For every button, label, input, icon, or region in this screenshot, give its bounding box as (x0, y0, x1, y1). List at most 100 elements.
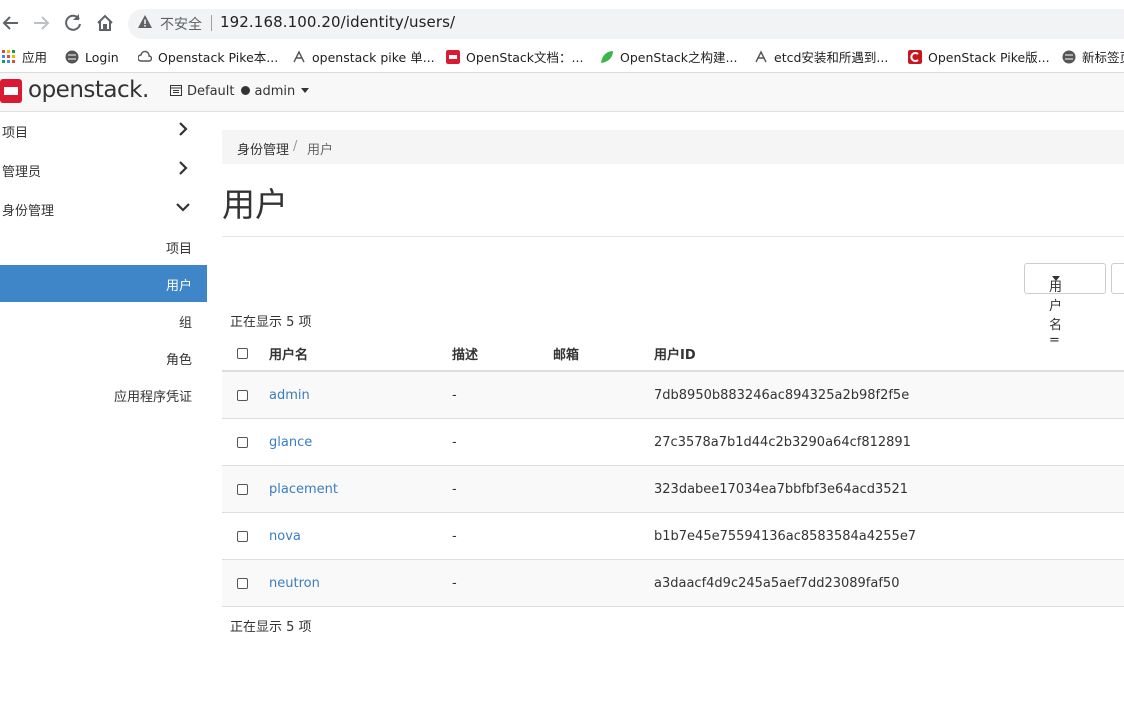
user-description: - (452, 371, 553, 419)
bookmark-new-tab[interactable]: 新标签页 (1062, 48, 1124, 68)
row-checkbox[interactable] (237, 436, 248, 448)
sidebar-item-label: 身份管理 (2, 204, 55, 219)
browser-toolbar: 不安全 192.168.100.20/identity/users/ (0, 0, 1124, 46)
bookmark-etcd[interactable]: etcd安装和所遇到... (754, 48, 888, 68)
bookmark-label: 新标签页 (1082, 50, 1124, 65)
insecure-label[interactable]: 不安全 (160, 14, 202, 34)
user-email (553, 512, 654, 560)
globe-icon (1062, 50, 1076, 64)
column-header-description[interactable]: 描述 (452, 336, 553, 372)
row-select-cell (222, 512, 269, 560)
user-description: - (452, 418, 553, 466)
row-checkbox[interactable] (237, 389, 248, 401)
user-email (553, 418, 654, 466)
user-email (553, 465, 654, 513)
breadcrumb-separator: / (293, 139, 298, 154)
openstack-header: openstack. Default admin (0, 73, 1124, 112)
home-icon[interactable] (94, 12, 116, 34)
row-checkbox[interactable] (237, 530, 248, 542)
column-header-username[interactable]: 用户名 (269, 336, 452, 372)
sidebar-item-label: 项目 (2, 126, 29, 141)
sidebar-subitem-app-credentials[interactable]: 应用程序凭证 (0, 376, 207, 413)
sidebar-item-admin[interactable]: 管理员 (0, 151, 207, 189)
user-description: - (452, 559, 553, 607)
column-header-user-id[interactable]: 用户ID (654, 336, 1124, 372)
url-text[interactable]: 192.168.100.20/identity/users/ (220, 13, 455, 31)
select-all-checkbox[interactable] (237, 347, 248, 359)
caret-down-icon (1052, 276, 1060, 281)
forward-icon[interactable] (30, 12, 52, 34)
sidebar-item-project[interactable]: 项目 (0, 112, 207, 150)
bookmark-openstack-docs[interactable]: OpenStack文档：... (446, 48, 583, 68)
bookmark-openstack-pike[interactable]: Openstack Pike本... (138, 48, 278, 68)
bookmark-label: etcd安装和所遇到... (774, 50, 889, 65)
domain-icon (170, 85, 182, 96)
bookmarks-bar: 应用 Login Openstack Pike本... openstack pi… (0, 46, 1124, 73)
sidebar-subitem-label: 组 (178, 316, 192, 331)
users-table: 用户名 描述 邮箱 用户ID admin - 7db8950b883246ac8… (222, 336, 1124, 607)
bookmark-openstack-build[interactable]: OpenStack之构建... (600, 48, 737, 68)
sidebar-subitem-roles[interactable]: 角色 (0, 339, 207, 376)
bookmark-label: Login (85, 50, 119, 65)
breadcrumb-users: 用户 (307, 143, 334, 158)
bookmark-apps[interactable]: 应用 (2, 48, 47, 68)
table-row: nova - b1b7e45e75594136ac8583584a4255e7 (222, 512, 1124, 560)
item-count-top: 正在显示 5 项 (230, 315, 312, 330)
caret-down-icon (301, 88, 310, 93)
table-row: placement - 323dabee17034ea7bbfbf3e64acd… (222, 465, 1124, 513)
sidebar-item-identity[interactable]: 身份管理 (0, 190, 207, 228)
user-link[interactable]: neutron (269, 576, 320, 591)
row-select-cell (222, 371, 269, 419)
omnibox-divider (211, 15, 212, 31)
sidebar-subitem-label: 应用程序凭证 (113, 390, 192, 405)
user-description: - (452, 512, 553, 560)
bookmark-label: Openstack Pike本... (158, 50, 279, 65)
user-id: 323dabee17034ea7bbfbf3e64acd3521 (654, 465, 1124, 513)
back-icon[interactable] (0, 12, 22, 34)
user-link[interactable]: placement (269, 482, 338, 497)
chevron-down-icon (176, 203, 190, 212)
user-email (553, 371, 654, 419)
cnblogs-icon (908, 50, 922, 64)
breadcrumb-identity[interactable]: 身份管理 (237, 139, 289, 158)
user-id: 7db8950b883246ac894325a2b98f2f5e (654, 371, 1124, 419)
openstack-logo-icon (446, 50, 460, 64)
row-select-cell (222, 559, 269, 607)
user-link[interactable]: glance (269, 435, 312, 450)
page-title: 用户 (222, 185, 288, 224)
user-id: a3daacf4d9c245a5aef7dd23089faf50 (654, 559, 1124, 607)
user-link[interactable]: admin (269, 388, 310, 403)
filter-input[interactable] (1111, 263, 1124, 294)
table-row: glance - 27c3578a7b1d44c2b3290a64cf81289… (222, 418, 1124, 466)
user-email (553, 559, 654, 607)
bookmark-label: OpenStack之构建... (620, 50, 738, 65)
bookmark-label: openstack pike 单... (312, 50, 435, 65)
sidebar-subitem-label: 项目 (165, 242, 192, 257)
bookmark-login[interactable]: Login (65, 48, 119, 68)
sidebar-subitem-projects[interactable]: 项目 (0, 228, 207, 265)
csdn-icon (293, 50, 305, 63)
domain-name: Default (187, 84, 235, 99)
row-checkbox[interactable] (237, 483, 248, 495)
column-header-email[interactable]: 邮箱 (553, 336, 654, 372)
sidebar-item-label: 管理员 (2, 165, 42, 180)
filter-field-button[interactable]: 用户名= (1024, 263, 1106, 348)
sidebar-subitem-groups[interactable]: 组 (0, 302, 207, 339)
project-context-menu[interactable]: Default admin (170, 84, 310, 99)
openstack-logo-icon[interactable] (0, 79, 22, 103)
table-header-row: 用户名 描述 邮箱 用户ID (222, 336, 1124, 372)
sidebar-subitem-label: 用户 (165, 279, 192, 294)
user-description: - (452, 465, 553, 513)
user-link[interactable]: nova (269, 529, 301, 544)
sidebar: 项目 管理员 身份管理 项目 用户 组 角色 应用程序凭证 (0, 112, 207, 727)
warning-icon[interactable] (137, 14, 153, 30)
openstack-logo-text[interactable]: openstack. (28, 77, 149, 103)
sidebar-subitem-users[interactable]: 用户 (0, 265, 207, 302)
item-count-bottom: 正在显示 5 项 (230, 620, 312, 635)
reload-icon[interactable] (62, 12, 84, 34)
bookmark-openstack-pike-version[interactable]: OpenStack Pike版... (908, 48, 1050, 68)
bookmark-label: 应用 (22, 50, 48, 65)
sidebar-subitem-label: 角色 (165, 353, 192, 368)
row-checkbox[interactable] (237, 577, 248, 589)
bookmark-openstack-pike-single[interactable]: openstack pike 单... (292, 48, 435, 68)
